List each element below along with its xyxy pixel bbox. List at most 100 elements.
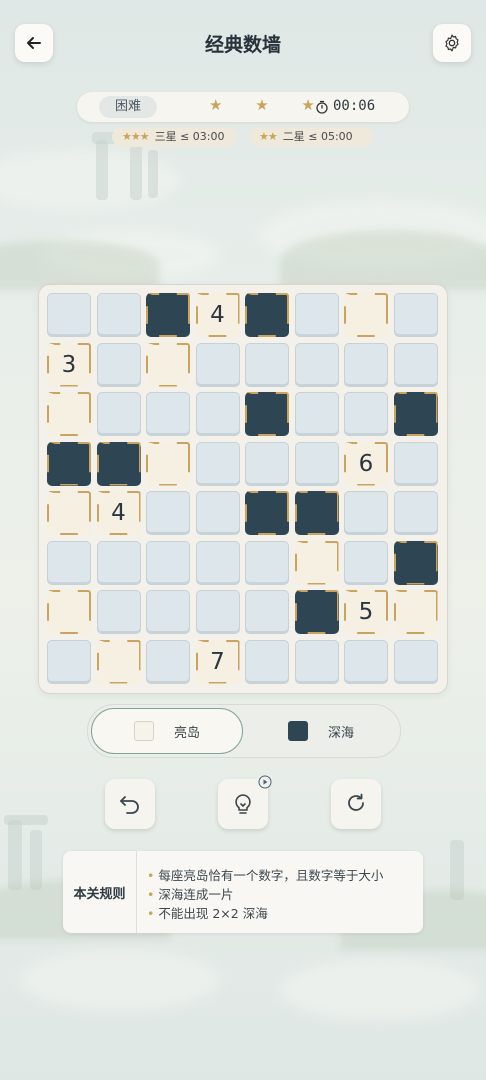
cell-number: 3 xyxy=(61,351,77,378)
mode-island-option[interactable]: 亮岛 xyxy=(91,708,243,754)
board-cell-r6-c5[interactable] xyxy=(245,540,289,585)
board-cell-r4-c2[interactable] xyxy=(96,441,141,486)
settings-button[interactable] xyxy=(433,24,471,62)
board-cell-r6-c6[interactable] xyxy=(294,540,339,585)
cell-number: 5 xyxy=(358,599,374,625)
board-cell-r8-c4[interactable]: 7 xyxy=(195,639,240,684)
cell-number: 7 xyxy=(210,648,225,675)
gear-icon xyxy=(445,34,459,52)
rules-title: 本关规则 xyxy=(63,851,137,933)
mode-sea-label: 深海 xyxy=(327,725,354,741)
board-cell-r7-c3[interactable] xyxy=(146,590,190,634)
board-cell-r2-c6[interactable] xyxy=(294,342,339,387)
board-cell-r1-c7[interactable] xyxy=(344,293,388,337)
board-cell-r6-c2[interactable] xyxy=(96,540,141,585)
goal-stars: ★★ xyxy=(259,130,278,143)
board-cell-r7-c6[interactable] xyxy=(294,590,339,634)
board-cell-r6-c3[interactable] xyxy=(146,540,190,585)
board-cell-r3-c8[interactable] xyxy=(393,392,438,436)
board-cell-r3-c2[interactable] xyxy=(96,392,141,436)
board-cell-r2-c2[interactable] xyxy=(96,342,141,387)
board-cell-r8-c1[interactable] xyxy=(47,639,91,684)
board-cell-r1-c6[interactable] xyxy=(294,293,339,337)
board-cell-r7-c7[interactable]: 5 xyxy=(344,590,388,634)
star-rating: ★ ★ ★ xyxy=(209,96,329,114)
board-cell-r4-c5[interactable] xyxy=(245,441,289,486)
board-cell-r2-c5[interactable] xyxy=(245,342,289,387)
rule-item: 每座亮岛恰有一个数字，且数字等于大小 xyxy=(147,866,383,885)
puzzle-board: 4 3 6 4 5 7 xyxy=(38,284,448,694)
cell-number: 6 xyxy=(358,450,374,477)
board-cell-r5-c5[interactable] xyxy=(245,491,289,535)
undo-icon xyxy=(120,796,139,814)
board-cell-r4-c3[interactable] xyxy=(146,441,190,486)
rule-item: 不能出现 2×2 深海 xyxy=(147,904,383,923)
mode-island-label: 亮岛 xyxy=(173,725,200,741)
board-cell-r7-c1[interactable] xyxy=(47,590,91,634)
stopwatch-icon xyxy=(316,100,328,114)
difficulty-badge: 困难 xyxy=(99,96,157,118)
board-cell-r2-c4[interactable] xyxy=(195,342,240,387)
mode-toggle: 亮岛 深海 xyxy=(87,704,401,758)
board-cell-r6-c1[interactable] xyxy=(47,540,91,585)
goal-label: 三星 ≤ 03:00 xyxy=(154,130,225,143)
board-cell-r3-c1[interactable] xyxy=(47,392,91,436)
goal-two-star: ★★ 二星 ≤ 05:00 xyxy=(249,127,373,147)
board-cell-r8-c7[interactable] xyxy=(344,639,388,684)
page-title: 经典数墙 xyxy=(204,34,281,56)
hint-button[interactable] xyxy=(218,775,272,829)
board-cell-r1-c1[interactable] xyxy=(47,293,91,337)
board-cell-r5-c2[interactable]: 4 xyxy=(96,491,141,535)
board-cell-r5-c4[interactable] xyxy=(195,491,240,535)
board-cell-r1-c5[interactable] xyxy=(245,293,289,337)
board-cell-r7-c5[interactable] xyxy=(245,590,289,634)
timer: 00:06 xyxy=(333,98,376,114)
board-cell-r1-c8[interactable] xyxy=(393,293,438,337)
undo-button[interactable] xyxy=(105,779,155,829)
board-cell-r3-c6[interactable] xyxy=(294,392,339,436)
board-cell-r5-c8[interactable] xyxy=(393,491,438,535)
board-cell-r2-c1[interactable]: 3 xyxy=(47,342,91,387)
sea-swatch xyxy=(287,721,308,741)
reset-button[interactable] xyxy=(331,779,381,829)
board-cell-r3-c4[interactable] xyxy=(195,392,240,436)
board-cell-r1-c2[interactable] xyxy=(96,293,141,337)
board-cell-r2-c3[interactable] xyxy=(146,342,190,387)
board-cell-r4-c8[interactable] xyxy=(393,441,438,486)
board-cell-r2-c7[interactable] xyxy=(344,342,388,387)
board-cell-r7-c8[interactable] xyxy=(393,590,438,634)
lightbulb-icon xyxy=(235,794,251,814)
board-cell-r8-c6[interactable] xyxy=(294,639,339,684)
board-cell-r3-c3[interactable] xyxy=(146,392,190,436)
board-cell-r2-c8[interactable] xyxy=(393,342,438,387)
board-cell-r6-c4[interactable] xyxy=(195,540,240,585)
goal-label: 二星 ≤ 05:00 xyxy=(282,130,353,143)
board-cell-r7-c2[interactable] xyxy=(96,590,141,634)
board-cell-r3-c7[interactable] xyxy=(344,392,388,436)
board-cell-r4-c1[interactable] xyxy=(47,441,91,486)
board-cell-r5-c6[interactable] xyxy=(294,491,339,535)
goal-stars: ★★★ xyxy=(122,130,150,143)
board-cell-r6-c7[interactable] xyxy=(344,540,388,585)
status-bar: 困难 ★ ★ ★ 00:06 xyxy=(77,92,409,122)
board-cell-r8-c8[interactable] xyxy=(393,639,438,684)
video-ad-badge-icon xyxy=(258,775,272,789)
board-cell-r5-c3[interactable] xyxy=(146,491,190,535)
board-cell-r8-c5[interactable] xyxy=(245,639,289,684)
board-cell-r5-c1[interactable] xyxy=(47,491,91,535)
island-swatch xyxy=(133,721,154,741)
board-cell-r8-c2[interactable] xyxy=(96,639,141,684)
board-cell-r8-c3[interactable] xyxy=(146,639,190,684)
refresh-icon xyxy=(348,793,364,811)
board-cell-r4-c7[interactable]: 6 xyxy=(344,441,388,486)
board-cell-r6-c8[interactable] xyxy=(393,540,438,585)
board-cell-r1-c4[interactable]: 4 xyxy=(195,293,240,337)
board-cell-r5-c7[interactable] xyxy=(344,491,388,535)
board-cell-r1-c3[interactable] xyxy=(146,293,190,337)
board-cell-r4-c6[interactable] xyxy=(294,441,339,486)
board-cell-r4-c4[interactable] xyxy=(195,441,240,486)
cell-number: 4 xyxy=(111,500,126,526)
mode-sea-option[interactable]: 深海 xyxy=(245,708,397,754)
board-cell-r3-c5[interactable] xyxy=(245,392,289,436)
board-cell-r7-c4[interactable] xyxy=(195,590,240,634)
